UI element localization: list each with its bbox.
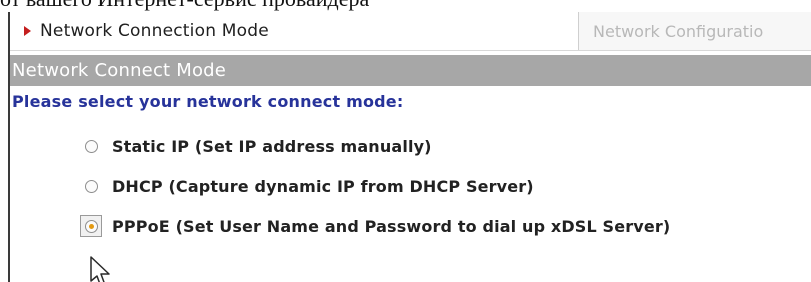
tab-network-connection-mode[interactable]: Network Connection Mode [10, 12, 579, 50]
option-static-ip[interactable]: Static IP (Set IP address manually) [80, 126, 810, 166]
pppoe-radio-wrap [80, 215, 102, 237]
network-settings-panel: Network Connection Mode Network Configur… [8, 12, 811, 282]
dhcp-radio[interactable] [84, 179, 98, 193]
static-ip-radio-wrap [80, 135, 102, 157]
section-title: Network Connect Mode [12, 60, 227, 81]
section-header: Network Connect Mode [10, 55, 811, 86]
static-ip-label: Static IP (Set IP address manually) [112, 136, 432, 156]
mouse-pointer-icon [90, 256, 110, 282]
dhcp-label: DHCP (Capture dynamic IP from DHCP Serve… [112, 176, 534, 196]
dhcp-radio-wrap [80, 175, 102, 197]
option-dhcp[interactable]: DHCP (Capture dynamic IP from DHCP Serve… [80, 166, 810, 206]
option-pppoe[interactable]: PPPoE (Set User Name and Password to dia… [80, 206, 810, 246]
connection-mode-options: Static IP (Set IP address manually) DHCP… [80, 126, 810, 246]
form-prompt: Please select your network connect mode: [12, 92, 404, 111]
pppoe-label: PPPoE (Set User Name and Password to dia… [112, 216, 671, 236]
tab-bar: Network Connection Mode Network Configur… [10, 12, 811, 51]
pppoe-radio[interactable] [84, 219, 98, 233]
static-ip-radio[interactable] [84, 139, 98, 153]
top-caption: от вашего Интернет-сервис провайдера [0, 0, 811, 12]
tab-network-configuration-label: Network Configuratio [593, 21, 764, 41]
tab-network-connection-mode-label: Network Connection Mode [40, 21, 269, 41]
red-triangle-arrow-icon [24, 26, 31, 36]
tab-network-configuration[interactable]: Network Configuratio [579, 12, 811, 50]
